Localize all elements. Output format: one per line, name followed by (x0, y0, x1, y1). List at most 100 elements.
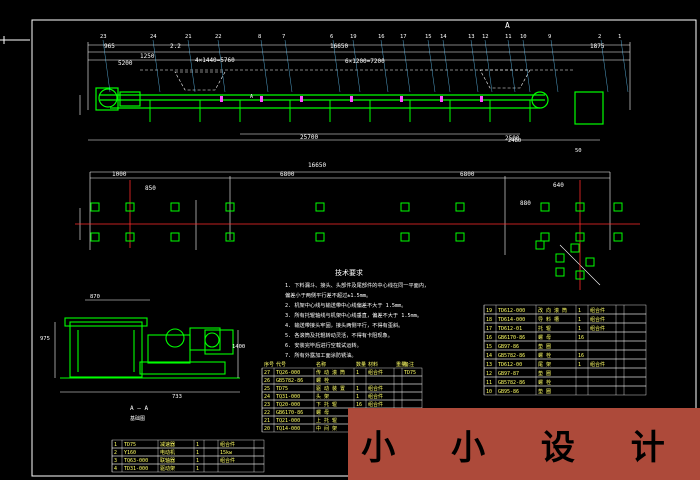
part-number: 9 (548, 34, 551, 40)
section-label: A — A (130, 405, 148, 412)
table-cell: 4 (114, 466, 117, 472)
table-cell: 2 (114, 450, 117, 456)
view-label-a: A (505, 21, 510, 30)
part-number: 10 (520, 34, 527, 40)
dimension-text: 16650 (308, 162, 326, 169)
part-number-labels: 23 24 21 22 8 7 6 19 16 17 15 14 13 12 11 10 9 2 1 (100, 34, 621, 40)
dimension-text: 6800 (280, 171, 295, 178)
anchor-pad (90, 232, 100, 242)
dimension-text: 1875 (590, 43, 605, 50)
notes-title: 技术要求 (335, 268, 363, 277)
table-cell: 1 (356, 386, 359, 392)
svg-text:基础图: 基础图 (130, 415, 145, 422)
anchor-pad (170, 232, 180, 242)
table-cell: GB97-87 (498, 371, 519, 377)
roller-mark (480, 96, 483, 102)
table-cell: 26 (264, 378, 270, 384)
table-cell: 14 (486, 353, 492, 359)
table-cell: TQ14-000 (276, 426, 300, 432)
table-cell: 螺 母 (538, 334, 551, 341)
table-cell: TD31-000 (124, 466, 148, 472)
table-cell: 组合件 (368, 385, 383, 392)
parts-list-right: 19 TD612-000 改 向 滚 筒 1 组合件 18 TD614-000 导 料 槽 1 组… (483, 304, 647, 396)
dimension-text: 6800 (460, 171, 475, 178)
table-cell: TQ63-000 (124, 458, 148, 464)
part-number: 12 (482, 34, 489, 40)
dimension-text: 1400 (232, 344, 245, 350)
anchor-pad (613, 232, 623, 242)
table-cell: 20 (264, 426, 270, 432)
dimension-text: 640 (553, 182, 564, 189)
part-number: 21 (185, 34, 192, 40)
table-cell: 18 (486, 317, 492, 323)
table-cell: 1 (356, 394, 359, 400)
table-cell: 电动机 (160, 449, 175, 456)
note-line: 6. 安装完毕后进行空载试运转。 (285, 341, 362, 349)
anchor-pad (540, 202, 550, 212)
note-line: 偏差小于两侧平行差不超过±1.5mm。 (285, 291, 371, 299)
roller-mark (300, 96, 303, 102)
table-cell: 垫 圈 (538, 370, 551, 377)
anchor-pad (400, 232, 410, 242)
table-cell: 导 料 槽 (538, 316, 559, 323)
title-block: 1 TD75 减速器 1 组合件 2 Y160 电动机 1 15kw 3 TQ63-000 联轴器 1 组合… (111, 439, 265, 473)
table-cell: 27 (264, 370, 270, 376)
table-cell: 15kw (220, 450, 233, 456)
dimension-text: 6×1200=7200 (345, 58, 385, 65)
watermark-banner: 小 小 设 计 (348, 408, 700, 480)
table-header: 备注 (404, 361, 414, 368)
table-cell: 1 (196, 458, 199, 464)
dimension-text: 965 (104, 43, 115, 50)
dimension-text: 2.2 (170, 43, 181, 50)
table-cell: 尾 架 (538, 362, 551, 368)
svg-text:A: A (250, 94, 253, 100)
table-header: 材料 (368, 361, 378, 368)
part-number: 2 (598, 34, 601, 40)
table-cell: 23 (264, 402, 270, 408)
part-number: 1 (618, 34, 621, 40)
table-cell: 17 (486, 326, 492, 332)
anchor-pad (585, 257, 595, 267)
table-cell: 中 间 架 (316, 425, 337, 432)
table-cell: 螺 栓 (316, 377, 329, 384)
table-cell: 15 (486, 344, 492, 350)
note-line: 3. 所有托辊轴线与机架中心线垂直，偏差不大于 1.5mm。 (285, 311, 422, 319)
table-cell: 19 (486, 308, 492, 314)
part-number: 17 (400, 34, 407, 40)
note-line: 5. 各滚筒及托辊转动灵活，不得有卡阻现象。 (285, 331, 393, 339)
table-cell: GB6170-86 (498, 335, 525, 341)
table-cell: 10 (486, 389, 492, 395)
table-cell: 1 (578, 362, 581, 368)
table-cell: TD612-00 (498, 362, 522, 368)
anchor-pad (540, 232, 550, 242)
table-cell: 16 (578, 335, 584, 341)
table-cell: 1 (114, 442, 117, 448)
table-cell: TD612-000 (498, 308, 525, 314)
table-cell: 组合件 (590, 307, 605, 314)
roller-mark (260, 96, 263, 102)
plan-dimensions: 16650 1000 850 6800 6800 640 880 (112, 162, 564, 207)
table-cell: 上 托 辊 (316, 417, 337, 424)
part-number: 22 (215, 34, 222, 40)
note-line: 2. 机架中心线与输送带中心线偏差不大于 1.5mm。 (285, 301, 406, 309)
table-cell: TD75 (276, 386, 288, 392)
table-cell: 传 动 滚 筒 (316, 369, 345, 376)
table-cell: 组合件 (368, 401, 383, 408)
table-cell: 驱 动 装 置 (316, 385, 345, 392)
part-number: 16 (378, 34, 385, 40)
dimension-text: 1000 (112, 171, 127, 178)
dimension-text: 50 (575, 148, 582, 154)
table-cell: 组合件 (220, 441, 235, 448)
table-cell: 垫 圈 (538, 388, 551, 395)
watermark-text: 小 小 设 计 (361, 427, 687, 468)
note-line: 7. 所有外露加工面涂防锈油。 (285, 351, 357, 359)
dimension-text: 1250 (140, 53, 155, 60)
dimension-text: 733 (172, 394, 182, 400)
table-cell: TD614-000 (498, 317, 525, 323)
table-header: 名称 (316, 361, 326, 368)
table-cell: 头 架 (316, 393, 329, 400)
table-cell: 1 (356, 370, 359, 376)
table-cell: 托 辊 (538, 325, 551, 332)
table-header: 代号 (276, 361, 286, 368)
table-cell: 25 (264, 386, 270, 392)
